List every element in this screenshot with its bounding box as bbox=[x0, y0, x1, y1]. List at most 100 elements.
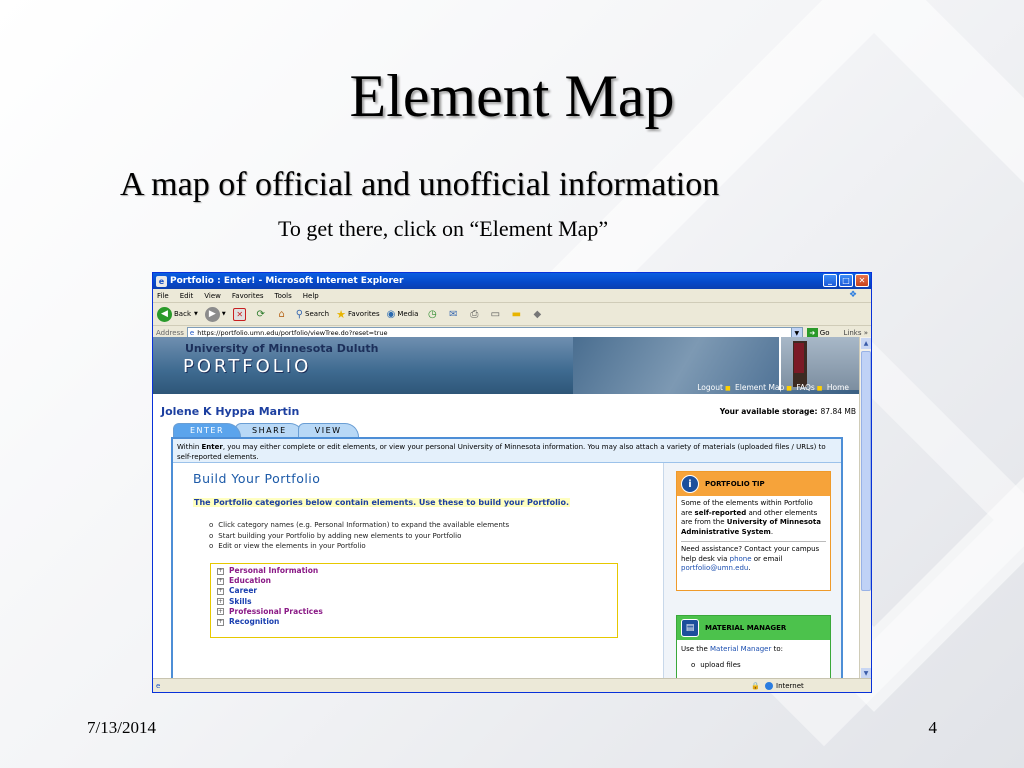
list-item: Click category names (e.g. Personal Info… bbox=[209, 520, 509, 531]
material-text: to: bbox=[771, 645, 783, 653]
star-icon: ★ bbox=[336, 307, 346, 321]
browser-toolbar: ◀ Back ▼ ▶ ▼ ✕ ⟳ ⌂ ⚲ Search ★ Favorites … bbox=[153, 303, 871, 326]
list-item: Edit or view the elements in your Portfo… bbox=[209, 541, 509, 552]
storage-value: 87.84 MB bbox=[820, 407, 856, 416]
edit-icon: ▭ bbox=[490, 308, 501, 320]
history-button[interactable]: ◷ bbox=[425, 307, 439, 321]
menu-tools[interactable]: Tools bbox=[275, 292, 292, 300]
document-icon: ▤ bbox=[681, 619, 699, 637]
tip-text: . bbox=[770, 527, 774, 536]
panel-description: Within Enter, you may either complete or… bbox=[173, 439, 841, 463]
close-button[interactable]: ✕ bbox=[855, 274, 869, 287]
expand-icon: + bbox=[217, 577, 224, 585]
home-button[interactable]: ⌂ bbox=[275, 307, 289, 321]
mail-button[interactable]: ✉ bbox=[446, 307, 460, 321]
forward-button[interactable]: ▶ ▼ bbox=[204, 306, 226, 322]
material-body: Use the Material Manager to: upload file… bbox=[677, 640, 830, 674]
page-number: 4 bbox=[928, 718, 938, 737]
menu-help[interactable]: Help bbox=[303, 292, 319, 300]
stop-icon: ✕ bbox=[233, 307, 247, 321]
vertical-scrollbar[interactable]: ▲ ▼ bbox=[859, 337, 871, 680]
expand-icon: + bbox=[217, 567, 224, 575]
portfolio-banner: University of Minnesota Duluth PORTFOLIO… bbox=[153, 337, 860, 394]
links-label: Links bbox=[843, 329, 862, 337]
tab-enter[interactable]: ENTER bbox=[173, 423, 242, 437]
storage-label: Your available storage: bbox=[719, 407, 818, 416]
security-zone: Internet bbox=[765, 681, 804, 690]
minimize-button[interactable]: _ bbox=[823, 274, 837, 287]
category-career[interactable]: + Career bbox=[217, 586, 611, 596]
list-item: Start building your Portfolio by adding … bbox=[209, 531, 509, 542]
search-label: Search bbox=[305, 310, 330, 318]
enter-panel: Within Enter, you may either complete or… bbox=[171, 437, 843, 680]
expand-icon: + bbox=[217, 587, 224, 595]
menu-favorites[interactable]: Favorites bbox=[232, 292, 264, 300]
category-education[interactable]: + Education bbox=[217, 576, 611, 586]
phone-link[interactable]: phone bbox=[730, 555, 752, 563]
slide-subtitle: A map of official and unofficial informa… bbox=[120, 166, 720, 203]
media-icon: ◉ bbox=[386, 308, 396, 320]
chevron-down-icon: ▼ bbox=[794, 329, 800, 337]
slide-title: Element Map bbox=[349, 63, 675, 129]
back-label: Back bbox=[174, 310, 191, 318]
folder-button[interactable]: ▬ bbox=[509, 307, 523, 321]
category-personal-information[interactable]: + Personal Information bbox=[217, 566, 611, 576]
material-manager-box: ▤ MATERIAL MANAGER Use the Material Mana… bbox=[676, 615, 831, 680]
category-label: Education bbox=[229, 576, 271, 586]
status-bar: e 🔒 Internet bbox=[153, 678, 871, 692]
category-skills[interactable]: + Skills bbox=[217, 597, 611, 607]
material-header-label: MATERIAL MANAGER bbox=[705, 624, 787, 632]
nav-home[interactable]: Home bbox=[827, 383, 849, 392]
messenger-icon: ◆ bbox=[533, 308, 542, 320]
tab-share[interactable]: SHARE bbox=[235, 423, 304, 437]
nav-logout[interactable]: Logout bbox=[697, 383, 723, 392]
nav-element-map[interactable]: Element Map bbox=[735, 383, 784, 392]
menu-edit[interactable]: Edit bbox=[180, 292, 194, 300]
tip-body: Some of the elements within Portfolio ar… bbox=[677, 496, 830, 577]
stop-button[interactable]: ✕ bbox=[233, 307, 247, 321]
menu-bar: File Edit View Favorites Tools Help ❖ bbox=[153, 289, 871, 303]
category-label: Career bbox=[229, 586, 258, 596]
links-button[interactable]: Links » bbox=[843, 329, 868, 337]
email-link[interactable]: portfolio@umn.edu bbox=[681, 564, 748, 572]
description-rest: , you may either complete or edit elemen… bbox=[177, 443, 826, 461]
category-professional-practices[interactable]: + Professional Practices bbox=[217, 607, 611, 617]
category-recognition[interactable]: + Recognition bbox=[217, 617, 611, 627]
nav-faqs[interactable]: FAQs bbox=[796, 383, 814, 392]
info-icon: i bbox=[681, 475, 699, 493]
expand-icon: + bbox=[217, 607, 224, 616]
favorites-button[interactable]: ★ Favorites bbox=[336, 308, 380, 321]
chevron-down-icon: ▼ bbox=[221, 311, 226, 317]
media-button[interactable]: ◉ Media bbox=[387, 309, 419, 320]
menu-file[interactable]: File bbox=[157, 292, 169, 300]
browser-window: e Portfolio : Enter! - Microsoft Interne… bbox=[152, 272, 872, 693]
banner-flag bbox=[794, 343, 804, 373]
slide-note: To get there, click on “Element Map” bbox=[278, 216, 609, 241]
storage-info: Your available storage: 87.84 MB bbox=[720, 407, 856, 416]
print-icon: ⎙ bbox=[470, 308, 479, 320]
material-manager-link[interactable]: Material Manager bbox=[710, 645, 771, 653]
tip-header-label: PORTFOLIO TIP bbox=[705, 480, 765, 488]
print-button[interactable]: ⎙ bbox=[467, 307, 481, 321]
scroll-up-icon[interactable]: ▲ bbox=[861, 338, 871, 349]
refresh-button[interactable]: ⟳ bbox=[254, 307, 268, 321]
messenger-button[interactable]: ◆ bbox=[530, 307, 544, 321]
portfolio-tip-header: i PORTFOLIO TIP bbox=[677, 472, 830, 496]
browser-titlebar[interactable]: e Portfolio : Enter! - Microsoft Interne… bbox=[153, 273, 871, 289]
edit-button[interactable]: ▭ bbox=[488, 307, 502, 321]
menu-view[interactable]: View bbox=[204, 292, 221, 300]
refresh-icon: ⟳ bbox=[256, 308, 265, 320]
search-button[interactable]: ⚲ Search bbox=[296, 309, 329, 320]
media-label: Media bbox=[397, 310, 419, 318]
tab-view[interactable]: VIEW bbox=[297, 423, 359, 437]
category-label: Skills bbox=[229, 596, 252, 606]
category-label: Professional Practices bbox=[229, 606, 323, 616]
maximize-button[interactable]: □ bbox=[839, 274, 853, 287]
chevron-down-icon: ▼ bbox=[194, 311, 198, 317]
home-icon: ⌂ bbox=[278, 308, 285, 320]
page-icon: e bbox=[189, 329, 195, 337]
material-manager-header: ▤ MATERIAL MANAGER bbox=[677, 616, 830, 640]
scroll-thumb[interactable] bbox=[861, 351, 871, 591]
back-button[interactable]: ◀ Back ▼ bbox=[157, 306, 198, 322]
globe-icon bbox=[765, 681, 773, 690]
